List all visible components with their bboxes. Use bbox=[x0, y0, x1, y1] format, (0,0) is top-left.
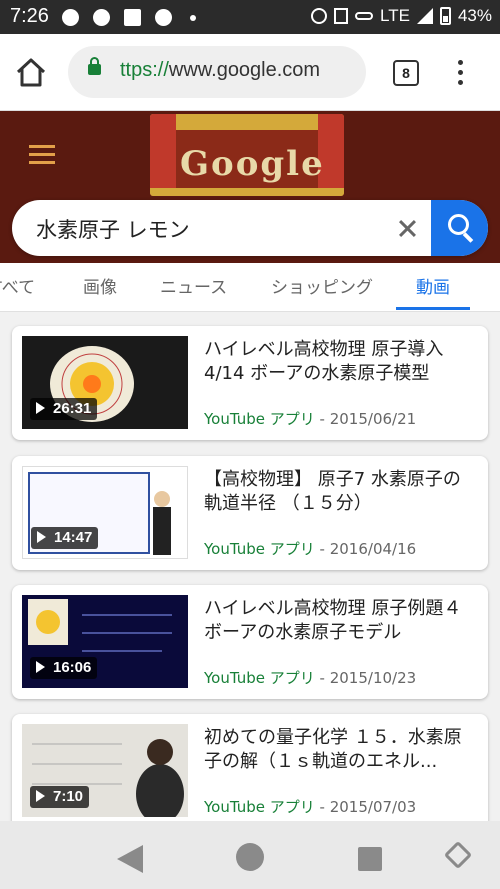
video-duration: 14:47 bbox=[31, 527, 99, 549]
video-thumbnail[interactable]: 14:47 bbox=[22, 466, 188, 559]
browser-toolbar: ttps://www.google.com 8 bbox=[0, 34, 500, 111]
battery-icon bbox=[439, 7, 451, 25]
video-duration: 16:06 bbox=[30, 657, 98, 679]
nfc-icon bbox=[334, 8, 349, 24]
alarm-icon bbox=[311, 8, 328, 24]
tab-videos[interactable]: 動画 bbox=[416, 273, 450, 298]
hamburger-menu-icon[interactable] bbox=[29, 145, 55, 165]
recent-apps-icon[interactable] bbox=[358, 847, 382, 871]
video-duration: 7:10 bbox=[30, 786, 90, 808]
play-icon bbox=[36, 661, 45, 674]
address-bar[interactable]: ttps://www.google.com bbox=[68, 46, 366, 98]
network-type: LTE bbox=[380, 6, 410, 25]
video-source: YouTube アプリ bbox=[204, 669, 315, 687]
video-date: - 2015/07/03 bbox=[314, 798, 417, 816]
video-result-card[interactable]: 7:10 初めての量子化学 １５．水素原子の解（１ｓ軌道のエネル... YouT… bbox=[12, 714, 488, 828]
video-thumbnail[interactable]: 7:10 bbox=[22, 724, 188, 817]
status-time: 7:26 bbox=[10, 5, 49, 27]
url-host: www.google.com bbox=[168, 59, 321, 81]
video-date: - 2015/06/21 bbox=[314, 410, 417, 428]
play-icon bbox=[36, 790, 45, 803]
message-icon bbox=[124, 9, 141, 26]
url-scheme: ttps:// bbox=[120, 59, 169, 81]
google-doodle[interactable]: Google bbox=[150, 114, 344, 196]
notification-icon bbox=[62, 9, 79, 26]
video-title[interactable]: 初めての量子化学 １５．水素原子の解（１ｓ軌道のエネル... bbox=[204, 726, 472, 774]
play-icon bbox=[36, 402, 45, 415]
lock-icon bbox=[88, 57, 101, 75]
search-input[interactable]: 水素原子 レモン bbox=[36, 214, 190, 244]
notification-icon bbox=[155, 9, 172, 26]
system-nav-bar bbox=[0, 821, 500, 889]
tab-switcher-button[interactable]: 8 bbox=[393, 60, 419, 86]
rotate-icon[interactable] bbox=[443, 840, 473, 870]
search-box[interactable]: 水素原子 レモン bbox=[12, 200, 488, 256]
video-date: - 2016/04/16 bbox=[314, 540, 417, 558]
tab-all[interactable]: すべて bbox=[0, 273, 35, 298]
video-meta: YouTube アプリ - 2015/07/03 bbox=[204, 796, 416, 817]
video-thumbnail[interactable]: 16:06 bbox=[22, 595, 188, 688]
video-title[interactable]: ハイレベル高校物理 原子導入 4/14 ボーアの水素原子模型 bbox=[204, 338, 472, 386]
google-logo: Google bbox=[180, 144, 325, 184]
video-thumbnail[interactable]: 26:31 bbox=[22, 336, 188, 429]
play-icon bbox=[37, 531, 46, 544]
video-source: YouTube アプリ bbox=[204, 798, 315, 816]
more-notifications-icon bbox=[190, 15, 196, 21]
home-nav-icon[interactable] bbox=[236, 843, 264, 871]
tab-news[interactable]: ニュース bbox=[160, 273, 227, 298]
more-menu-icon[interactable] bbox=[451, 58, 469, 88]
video-title[interactable]: 【高校物理】 原子7 水素原子の軌道半径 （１５分） bbox=[204, 468, 472, 516]
url-text: ttps://www.google.com bbox=[120, 59, 320, 82]
search-tabs: すべて 画像 ニュース ショッピング 動画 bbox=[0, 263, 500, 312]
video-result-card[interactable]: 26:31 ハイレベル高校物理 原子導入 4/14 ボーアの水素原子模型 You… bbox=[12, 326, 488, 440]
video-title[interactable]: ハイレベル高校物理 原子例題４ ボーアの水素原子モデル bbox=[204, 597, 472, 645]
home-icon[interactable] bbox=[14, 56, 48, 90]
video-date: - 2015/10/23 bbox=[314, 669, 417, 687]
signal-icon bbox=[416, 8, 433, 24]
active-tab-indicator bbox=[396, 307, 470, 310]
video-source: YouTube アプリ bbox=[204, 410, 315, 428]
video-result-card[interactable]: 14:47 【高校物理】 原子7 水素原子の軌道半径 （１５分） YouTube… bbox=[12, 456, 488, 570]
video-meta: YouTube アプリ - 2016/04/16 bbox=[204, 538, 416, 559]
video-meta: YouTube アプリ - 2015/06/21 bbox=[204, 408, 416, 429]
notification-icon bbox=[93, 9, 110, 26]
search-button[interactable] bbox=[431, 200, 488, 256]
back-icon[interactable] bbox=[117, 845, 143, 873]
video-source: YouTube アプリ bbox=[204, 540, 315, 558]
clear-icon[interactable] bbox=[395, 216, 419, 240]
video-duration: 26:31 bbox=[30, 398, 98, 420]
vpn-key-icon bbox=[355, 12, 374, 20]
status-bar: 7:26 LTE 43% bbox=[0, 0, 500, 34]
video-meta: YouTube アプリ - 2015/10/23 bbox=[204, 667, 416, 688]
battery-level: 43% bbox=[457, 6, 492, 25]
tab-images[interactable]: 画像 bbox=[83, 273, 117, 298]
video-result-card[interactable]: 16:06 ハイレベル高校物理 原子例題４ ボーアの水素原子モデル YouTub… bbox=[12, 585, 488, 699]
tab-shopping[interactable]: ショッピング bbox=[271, 273, 373, 298]
